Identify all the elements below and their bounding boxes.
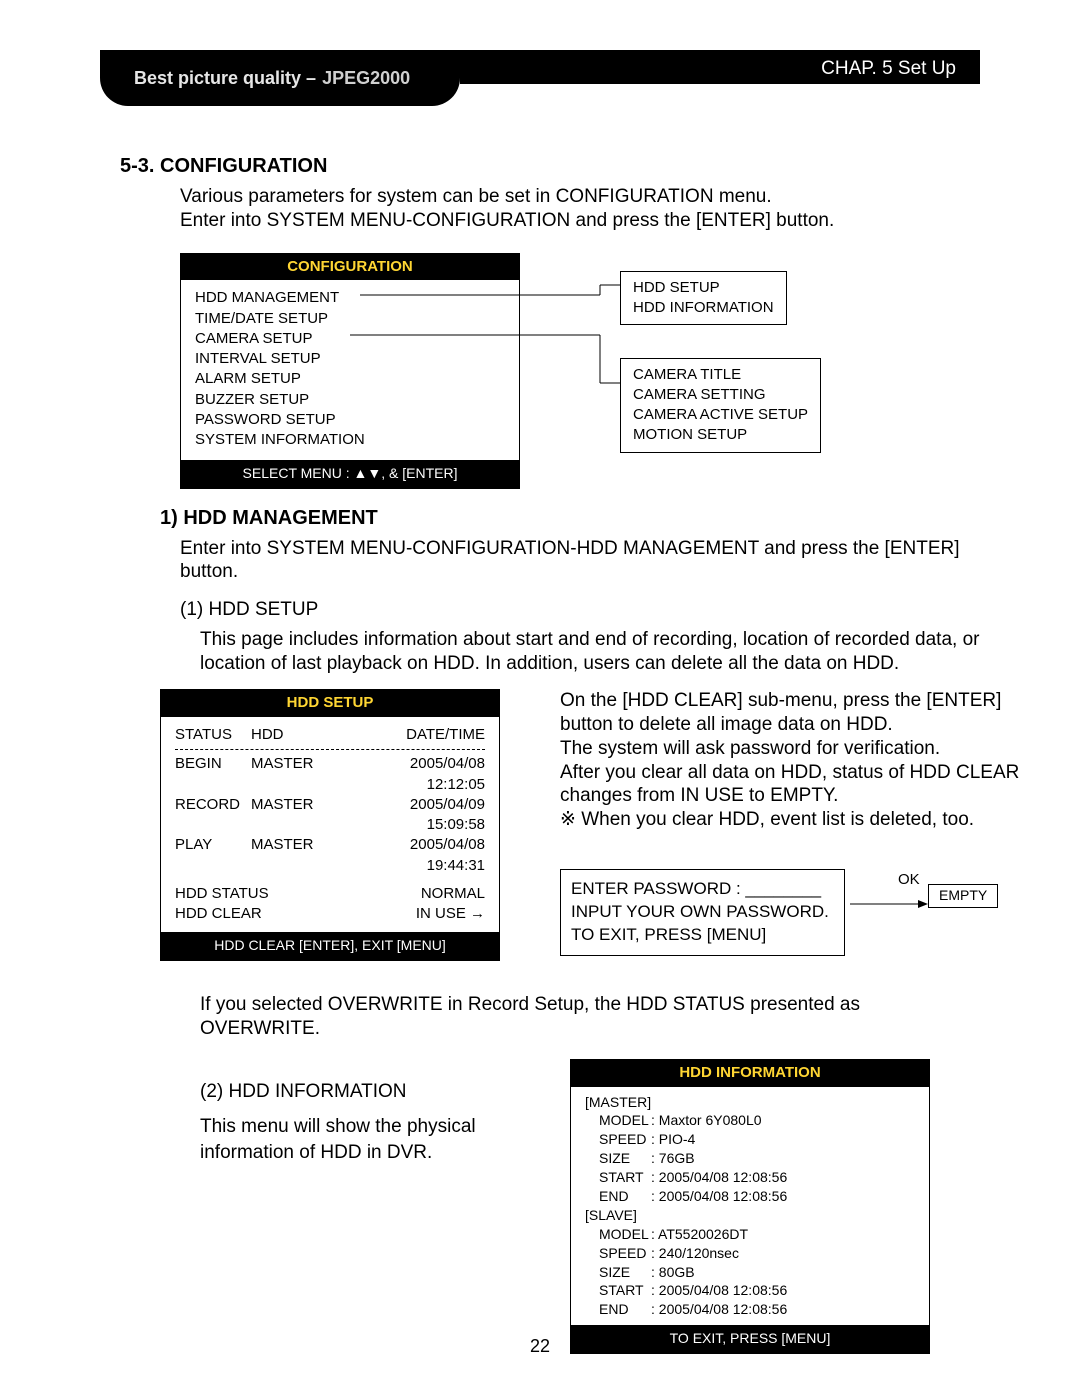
- empty-status-box: EMPTY: [928, 884, 998, 908]
- col-datetime: DATE/TIME: [341, 725, 485, 745]
- slave-start: 2005/04/08 12:08:56: [651, 1281, 919, 1300]
- hdd-setup-label: (1) HDD SETUP: [180, 598, 980, 622]
- slave-model: AT5520026DT: [651, 1225, 919, 1244]
- hdd-setup-box-title: HDD SETUP: [161, 690, 499, 717]
- master-size: 76GB: [651, 1149, 919, 1168]
- tagline-prefix: Best picture quality –: [134, 68, 316, 89]
- pw-line: ENTER PASSWORD : ________: [571, 878, 834, 901]
- submenu-camera: CAMERA TITLE CAMERA SETTING CAMERA ACTIV…: [620, 358, 821, 453]
- tagline: Best picture quality – JPEG2000: [100, 50, 460, 106]
- section-intro: Various parameters for system can be set…: [180, 185, 980, 233]
- hdd-status-label: HDD STATUS: [175, 884, 269, 904]
- menu-item: CAMERA SETUP: [195, 329, 505, 349]
- hdd-clear-value: IN USE: [416, 905, 466, 922]
- submenu-item: CAMERA TITLE: [633, 365, 808, 385]
- hdd-mgmt-title: 1) HDD MANAGEMENT: [160, 506, 980, 531]
- hdd-info-text: This menu will show the physical informa…: [200, 1114, 560, 1165]
- menu-item: ALARM SETUP: [195, 369, 505, 389]
- ok-label: OK: [898, 871, 920, 890]
- slave-speed: 240/120nsec: [651, 1244, 919, 1263]
- configuration-menu-title: CONFIGURATION: [181, 254, 519, 281]
- master-speed: PIO-4: [651, 1130, 919, 1149]
- hdd-mgmt-intro: Enter into SYSTEM MENU-CONFIGURATION-HDD…: [180, 537, 980, 585]
- hdd-setup-box: HDD SETUP STATUS HDD DATE/TIME BEGINMAST…: [160, 689, 500, 961]
- table-row: BEGINMASTER2005/04/08: [175, 754, 485, 774]
- hdd-info-label: (2) HDD INFORMATION: [200, 1079, 560, 1105]
- hdd-clear-explanation: On the [HDD CLEAR] sub-menu, press the […: [560, 689, 1020, 832]
- hdd-info-box-title: HDD INFORMATION: [571, 1060, 929, 1087]
- pw-line: INPUT YOUR OWN PASSWORD.: [571, 901, 834, 924]
- page-number: 22: [0, 1336, 1080, 1357]
- hdd-status-value: NORMAL: [421, 884, 485, 904]
- menu-item: BUZZER SETUP: [195, 390, 505, 410]
- menu-item: INTERVAL SETUP: [195, 349, 505, 369]
- submenu-hdd: HDD SETUP HDD INFORMATION: [620, 271, 787, 326]
- arrow-right-icon: →: [470, 905, 485, 922]
- slave-group-label: [SLAVE]: [581, 1206, 919, 1225]
- password-prompt-box: ENTER PASSWORD : ________ INPUT YOUR OWN…: [560, 869, 845, 956]
- table-row: PLAYMASTER2005/04/08: [175, 835, 485, 855]
- overwrite-note: If you selected OVERWRITE in Record Setu…: [200, 993, 980, 1041]
- col-status: STATUS: [175, 725, 251, 745]
- hdd-clear-label: HDD CLEAR: [175, 904, 262, 924]
- hdd-setup-para: This page includes information about sta…: [200, 628, 980, 676]
- col-hdd: HDD: [251, 725, 341, 745]
- submenu-item: HDD INFORMATION: [633, 298, 774, 318]
- tagline-em: JPEG2000: [322, 68, 410, 89]
- configuration-menu-diagram: CONFIGURATION HDD MANAGEMENT TIME/DATE S…: [180, 253, 980, 488]
- slave-end: 2005/04/08 12:08:56: [651, 1300, 919, 1319]
- empty-status-value: EMPTY: [939, 887, 987, 905]
- hdd-setup-footer: HDD CLEAR [ENTER], EXIT [MENU]: [161, 932, 499, 960]
- configuration-menu-footer: SELECT MENU : ▲▼, & [ENTER]: [181, 460, 519, 488]
- configuration-menu-box: CONFIGURATION HDD MANAGEMENT TIME/DATE S…: [180, 253, 520, 489]
- hdd-information-section: (2) HDD INFORMATION This menu will show …: [160, 1059, 980, 1379]
- hdd-setup-diagram: HDD SETUP STATUS HDD DATE/TIME BEGINMAST…: [160, 689, 980, 989]
- submenu-item: HDD SETUP: [633, 278, 774, 298]
- submenu-item: MOTION SETUP: [633, 425, 808, 445]
- menu-item: PASSWORD SETUP: [195, 410, 505, 430]
- submenu-item: CAMERA SETTING: [633, 385, 808, 405]
- hdd-information-box: HDD INFORMATION [MASTER] MODELMaxtor 6Y0…: [570, 1059, 930, 1354]
- chapter-label: CHAP. 5 Set Up: [460, 50, 980, 84]
- master-end: 2005/04/08 12:08:56: [651, 1187, 919, 1206]
- page-header: Best picture quality – JPEG2000 CHAP. 5 …: [100, 50, 980, 106]
- menu-item: HDD MANAGEMENT: [195, 288, 505, 308]
- section-title: 5-3. CONFIGURATION: [120, 154, 980, 179]
- master-group-label: [MASTER]: [581, 1093, 919, 1112]
- submenu-item: CAMERA ACTIVE SETUP: [633, 405, 808, 425]
- slave-size: 80GB: [651, 1263, 919, 1282]
- table-row: RECORDMASTER2005/04/09: [175, 795, 485, 815]
- menu-item: SYSTEM INFORMATION: [195, 430, 505, 450]
- menu-item: TIME/DATE SETUP: [195, 309, 505, 329]
- pw-line: TO EXIT, PRESS [MENU]: [571, 924, 834, 947]
- master-model: Maxtor 6Y080L0: [651, 1111, 919, 1130]
- master-start: 2005/04/08 12:08:56: [651, 1168, 919, 1187]
